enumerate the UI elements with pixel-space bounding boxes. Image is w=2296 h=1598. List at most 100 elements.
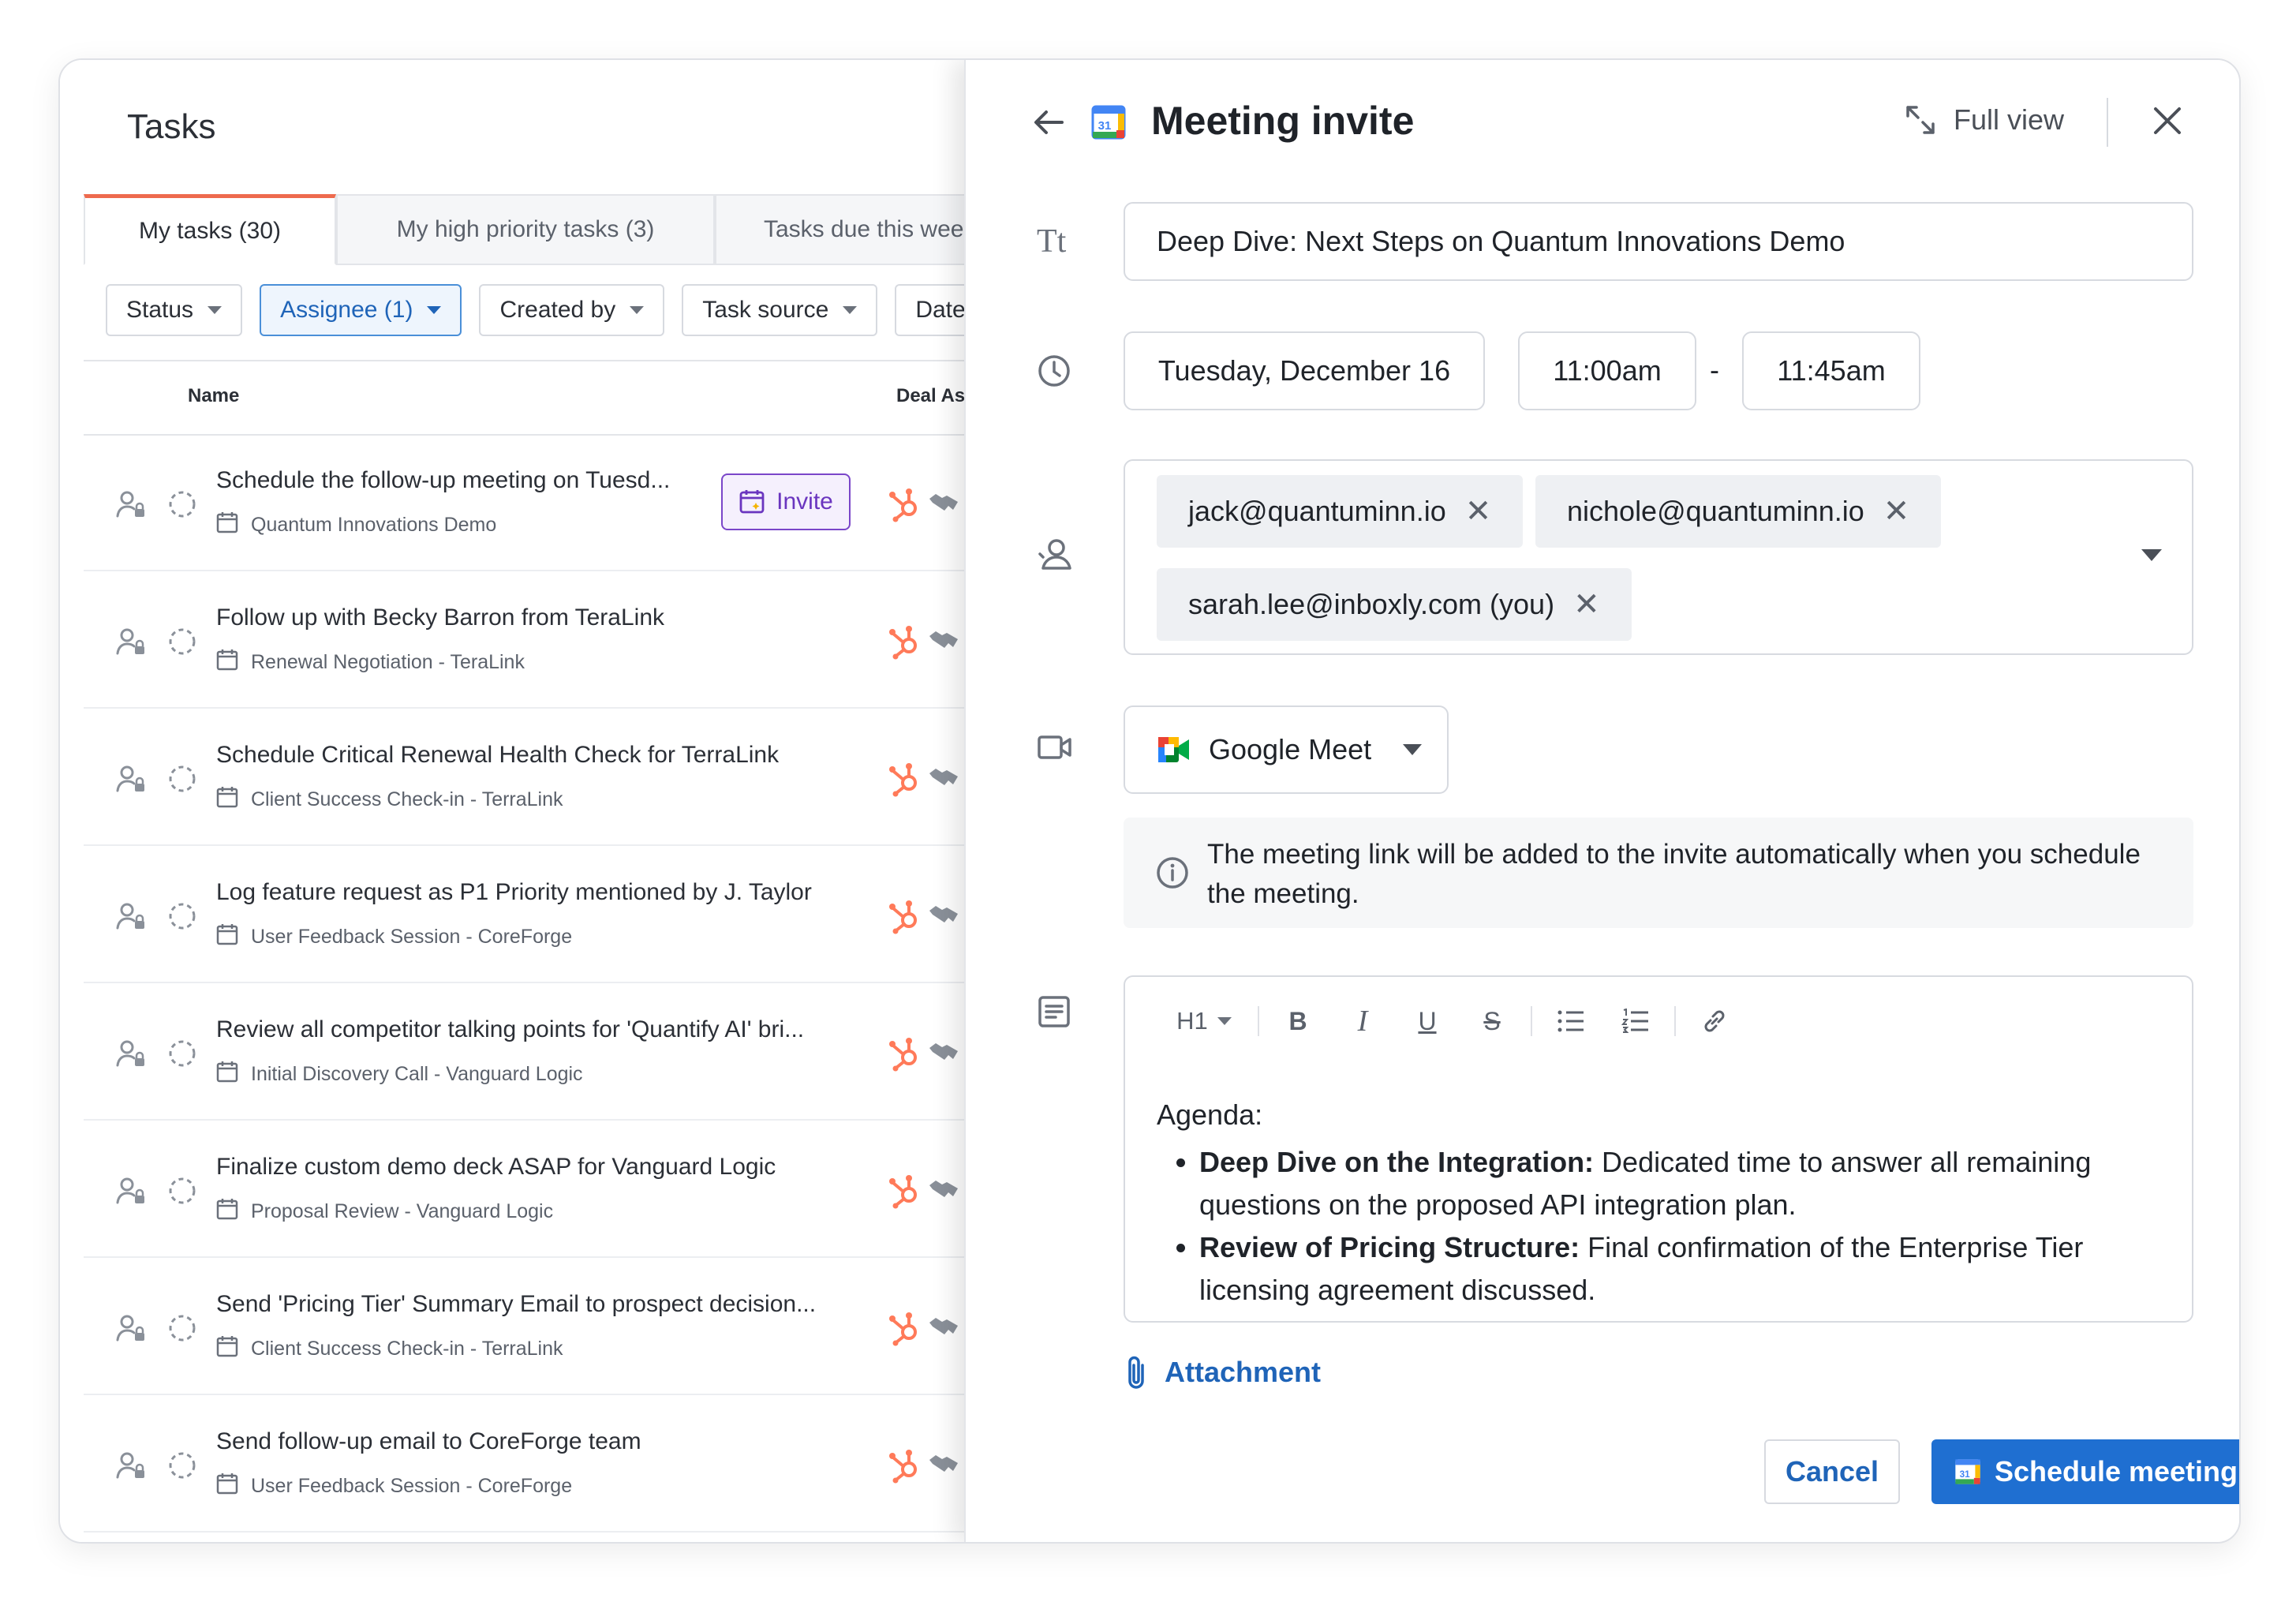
editor-content[interactable]: Agenda: Deep Dive on the Integration: De… bbox=[1157, 1094, 2160, 1312]
task-row[interactable]: Log feature request as P1 Priority menti… bbox=[84, 846, 1030, 983]
calendar-plus-icon bbox=[739, 490, 765, 514]
filter-status[interactable]: Status bbox=[106, 284, 243, 336]
divider bbox=[2107, 98, 2108, 147]
assignee-lock-icon[interactable] bbox=[115, 901, 147, 937]
task-title[interactable]: Review all competitor talking points for… bbox=[216, 1016, 804, 1043]
task-row[interactable]: Schedule the follow-up meeting on Tuesd.… bbox=[84, 434, 1030, 571]
svg-text:31: 31 bbox=[1960, 1469, 1971, 1480]
remove-guest-icon[interactable]: ✕ bbox=[1883, 493, 1910, 530]
assignee-lock-icon[interactable] bbox=[115, 1313, 147, 1349]
task-row[interactable]: Schedule Critical Renewal Health Check f… bbox=[84, 709, 1030, 846]
full-view-button[interactable]: Full view bbox=[1903, 103, 2064, 137]
remove-guest-icon[interactable]: ✕ bbox=[1573, 586, 1600, 623]
chevron-down-icon bbox=[427, 306, 442, 314]
bulleted-list-button[interactable] bbox=[1539, 997, 1603, 1045]
calendar-icon bbox=[216, 1473, 238, 1500]
filter-created-by[interactable]: Created by bbox=[479, 284, 665, 336]
task-deal: Client Success Check-in - TerraLink bbox=[216, 786, 563, 814]
description-editor[interactable]: H1 B I U S Agenda: • Deep Dive on the In… bbox=[1124, 975, 2193, 1323]
task-deal-label: Client Success Check-in - TerraLink bbox=[251, 1338, 563, 1360]
link-button[interactable] bbox=[1682, 997, 1747, 1045]
schedule-meeting-button[interactable]: 31 Schedule meeting bbox=[1931, 1439, 2239, 1504]
tab-high-priority[interactable]: My high priority tasks (3) bbox=[336, 194, 715, 265]
calendar-icon bbox=[216, 1335, 238, 1363]
cancel-button[interactable]: Cancel bbox=[1764, 1439, 1900, 1504]
task-title[interactable]: Schedule the follow-up meeting on Tuesd.… bbox=[216, 467, 670, 494]
close-button[interactable] bbox=[2149, 103, 2186, 143]
invite-label: Invite bbox=[776, 488, 833, 515]
task-deal: Initial Discovery Call - Vanguard Logic bbox=[216, 1061, 583, 1088]
task-row[interactable]: Send 'Pricing Tier' Summary Email to pro… bbox=[84, 1258, 1030, 1395]
remove-guest-icon[interactable]: ✕ bbox=[1465, 493, 1492, 530]
task-title[interactable]: Log feature request as P1 Priority menti… bbox=[216, 879, 812, 906]
task-title[interactable]: Send 'Pricing Tier' Summary Email to pro… bbox=[216, 1291, 816, 1318]
task-title[interactable]: Send follow-up email to CoreForge team bbox=[216, 1428, 641, 1455]
task-row[interactable]: Finalize custom demo deck ASAP for Vangu… bbox=[84, 1121, 1030, 1258]
arrow-left-icon bbox=[1034, 110, 1064, 134]
assignee-lock-icon[interactable] bbox=[115, 1176, 147, 1211]
assignee-lock-icon[interactable] bbox=[115, 1450, 147, 1486]
back-button[interactable] bbox=[1029, 103, 1068, 146]
agenda-list: Deep Dive on the Integration: Dedicated … bbox=[1157, 1141, 2160, 1312]
assignee-lock-icon[interactable] bbox=[115, 764, 147, 799]
italic-button[interactable]: I bbox=[1330, 997, 1395, 1045]
task-deal: Quantum Innovations Demo bbox=[216, 511, 496, 539]
filter-label: Status bbox=[126, 297, 194, 323]
divider bbox=[1674, 1006, 1676, 1036]
underline-button[interactable]: U bbox=[1395, 997, 1460, 1045]
handshake-icon bbox=[928, 1452, 959, 1481]
hubspot-icon bbox=[888, 1035, 920, 1076]
chevron-down-icon[interactable] bbox=[2141, 549, 2162, 561]
hubspot-icon bbox=[888, 761, 920, 801]
handshake-icon bbox=[928, 903, 959, 932]
task-deal: User Feedback Session - CoreForge bbox=[216, 1473, 572, 1500]
end-time-picker[interactable]: 11:45am bbox=[1742, 331, 1920, 410]
chevron-down-icon bbox=[208, 306, 222, 314]
assignee-lock-icon[interactable] bbox=[115, 1039, 147, 1074]
task-title[interactable]: Finalize custom demo deck ASAP for Vangu… bbox=[216, 1154, 776, 1181]
guests-input[interactable]: jack@quantuminn.io ✕ nichole@quantuminn.i… bbox=[1124, 459, 2193, 655]
hubspot-icon bbox=[888, 1173, 920, 1213]
agenda-item: Deep Dive on the Integration: Dedicated … bbox=[1199, 1141, 2160, 1226]
numbered-list-button[interactable] bbox=[1603, 997, 1668, 1045]
task-deal-label: Quantum Innovations Demo bbox=[251, 514, 497, 536]
notice-text: The meeting link will be added to the in… bbox=[1207, 839, 2141, 909]
invite-button[interactable]: Invite bbox=[721, 473, 851, 530]
task-status-circle-icon[interactable] bbox=[167, 1039, 197, 1072]
guest-chip: jack@quantuminn.io ✕ bbox=[1157, 475, 1524, 548]
heading-select[interactable]: H1 bbox=[1157, 997, 1251, 1045]
filter-task-source[interactable]: Task source bbox=[682, 284, 878, 336]
task-row[interactable]: Follow up with Becky Barron from TeraLin… bbox=[84, 571, 1030, 709]
task-status-circle-icon[interactable] bbox=[167, 901, 197, 935]
attachment-button[interactable]: Attachment bbox=[1124, 1354, 1321, 1390]
task-row[interactable]: Review all competitor talking points for… bbox=[84, 983, 1030, 1121]
task-status-circle-icon[interactable] bbox=[167, 764, 197, 798]
task-status-circle-icon[interactable] bbox=[167, 489, 197, 523]
clock-icon bbox=[1037, 354, 1071, 392]
task-title[interactable]: Follow up with Becky Barron from TeraLin… bbox=[216, 604, 664, 631]
chevron-down-icon bbox=[843, 306, 858, 314]
conference-select[interactable]: Google Meet bbox=[1124, 705, 1449, 794]
assignee-lock-icon[interactable] bbox=[115, 627, 147, 662]
strikethrough-button[interactable]: S bbox=[1460, 997, 1524, 1045]
attachment-label: Attachment bbox=[1165, 1356, 1322, 1388]
app-window: Tasks My tasks (30) My high priority tas… bbox=[58, 58, 2241, 1544]
date-picker[interactable]: Tuesday, December 16 bbox=[1124, 331, 1485, 410]
task-status-circle-icon[interactable] bbox=[167, 1313, 197, 1347]
chevron-down-icon bbox=[1217, 1017, 1232, 1025]
start-time-picker[interactable]: 11:00am bbox=[1518, 331, 1696, 410]
guest-email: nichole@quantuminn.io bbox=[1567, 495, 1864, 527]
task-status-circle-icon[interactable] bbox=[167, 1176, 197, 1210]
bold-button[interactable]: B bbox=[1266, 997, 1330, 1045]
task-title[interactable]: Schedule Critical Renewal Health Check f… bbox=[216, 742, 779, 769]
assignee-lock-icon[interactable] bbox=[115, 489, 147, 525]
task-row[interactable]: Send follow-up email to CoreForge team Us… bbox=[84, 1395, 1030, 1533]
task-list: Schedule the follow-up meeting on Tuesd.… bbox=[84, 434, 1030, 1533]
tab-my-tasks[interactable]: My tasks (30) bbox=[84, 194, 336, 265]
filter-assignee[interactable]: Assignee (1) bbox=[260, 284, 462, 336]
meeting-title-input[interactable]: Deep Dive: Next Steps on Quantum Innovat… bbox=[1124, 202, 2193, 281]
column-name[interactable]: Name bbox=[188, 385, 239, 407]
task-status-circle-icon[interactable] bbox=[167, 1450, 197, 1484]
svg-text:31: 31 bbox=[1098, 119, 1112, 133]
task-status-circle-icon[interactable] bbox=[167, 627, 197, 661]
